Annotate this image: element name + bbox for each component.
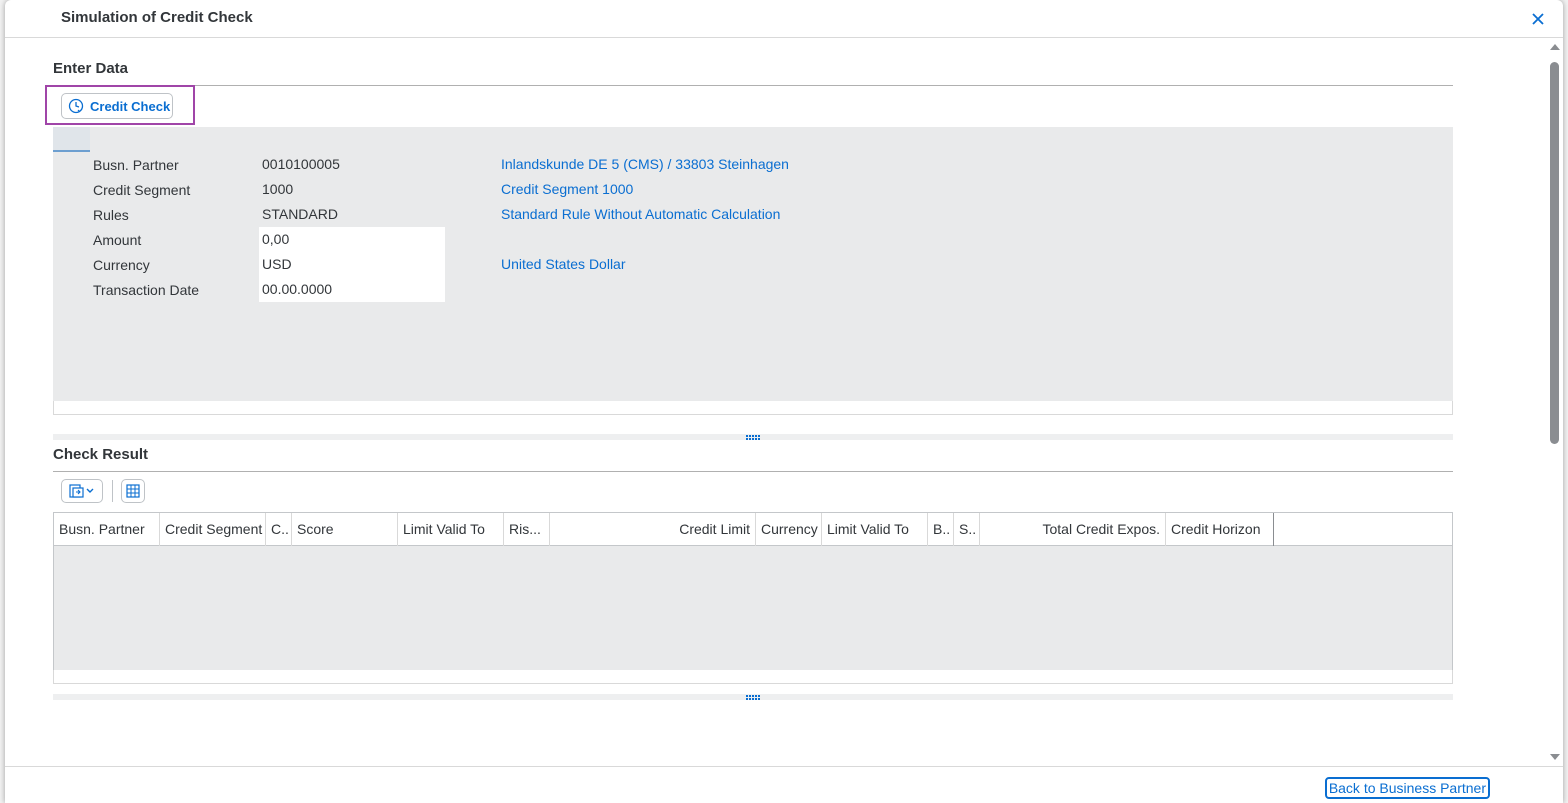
splitter-top[interactable] bbox=[53, 434, 1453, 440]
column-header[interactable]: Credit Limit bbox=[550, 513, 756, 546]
field-label: Transaction Date bbox=[93, 281, 200, 298]
export-button[interactable] bbox=[61, 479, 103, 503]
field-label: Currency bbox=[93, 256, 150, 273]
column-header[interactable]: Score bbox=[292, 513, 398, 546]
transaction-date-input[interactable]: 00.00.0000 bbox=[259, 277, 445, 302]
column-header[interactable]: Currency bbox=[756, 513, 822, 546]
field-description-link[interactable]: Inlandskunde DE 5 (CMS) / 33803 Steinhag… bbox=[501, 152, 789, 177]
column-header[interactable]: Credit Horizon bbox=[1166, 513, 1274, 546]
export-icon bbox=[69, 484, 94, 498]
field-busn-partner: Busn. Partner 0010100005 bbox=[93, 152, 445, 177]
credit-check-icon bbox=[68, 98, 84, 114]
drag-handle-icon[interactable] bbox=[746, 434, 760, 440]
grid-settings-button[interactable] bbox=[121, 479, 145, 503]
scroll-thumb[interactable] bbox=[1550, 62, 1559, 444]
field-currency: Currency USD bbox=[93, 252, 445, 277]
splitter-bottom[interactable] bbox=[53, 694, 1453, 700]
field-value: 1000 bbox=[262, 181, 294, 197]
dialog-header: Simulation of Credit Check bbox=[5, 0, 1563, 38]
column-header[interactable]: Credit Segment bbox=[160, 513, 266, 546]
field-label: Credit Segment bbox=[93, 181, 191, 198]
panel-bottom-strip bbox=[53, 401, 1453, 415]
vertical-scrollbar[interactable] bbox=[1547, 38, 1563, 766]
field-transaction-date: Transaction Date 00.00.0000 bbox=[93, 277, 445, 302]
field-description-link[interactable]: Credit Segment 1000 bbox=[501, 177, 633, 202]
scroll-up-icon[interactable] bbox=[1550, 44, 1560, 50]
field-value: STANDARD bbox=[262, 206, 338, 222]
column-header[interactable]: B.. bbox=[928, 513, 954, 546]
grid-settings-icon bbox=[126, 484, 140, 498]
check-result-grid: Busn. Partner Credit Segment C.. Score L… bbox=[53, 512, 1453, 684]
enter-data-title: Enter Data bbox=[53, 60, 129, 77]
field-label: Rules bbox=[93, 206, 129, 223]
column-header[interactable]: Busn. Partner bbox=[54, 513, 160, 546]
amount-input[interactable]: 0,00 bbox=[259, 227, 445, 252]
dialog-content: Enter Data Credit Check Busn. Partner 00… bbox=[5, 38, 1545, 766]
column-header[interactable]: Limit Valid To bbox=[398, 513, 504, 546]
grid-header: Busn. Partner Credit Segment C.. Score L… bbox=[54, 513, 1452, 546]
grid-bottom-strip bbox=[53, 670, 1453, 684]
column-header[interactable]: Total Credit Expos. bbox=[980, 513, 1166, 546]
toolbar-separator bbox=[112, 480, 113, 502]
drag-handle-icon[interactable] bbox=[746, 694, 760, 700]
field-amount: Amount 0,00 bbox=[93, 227, 445, 252]
field-label: Amount bbox=[93, 231, 142, 248]
check-result-title: Check Result bbox=[53, 446, 149, 463]
dialog-title: Simulation of Credit Check bbox=[61, 9, 253, 26]
enter-data-divider bbox=[53, 85, 1453, 86]
back-to-business-partner-button[interactable]: Back to Business Partner bbox=[1324, 777, 1490, 799]
close-icon[interactable] bbox=[1527, 8, 1549, 30]
field-label: Busn. Partner bbox=[93, 156, 179, 173]
field-description-link[interactable]: United States Dollar bbox=[501, 252, 626, 277]
check-result-divider bbox=[53, 471, 1453, 472]
field-rules: Rules STANDARD bbox=[93, 202, 445, 227]
credit-check-dialog: Simulation of Credit Check Enter Data Cr… bbox=[5, 0, 1563, 803]
column-header[interactable]: Limit Valid To bbox=[822, 513, 928, 546]
credit-check-button[interactable]: Credit Check bbox=[61, 93, 173, 119]
panel-tab-indicator[interactable] bbox=[53, 127, 90, 152]
field-value: 0010100005 bbox=[262, 156, 340, 172]
currency-input[interactable]: USD bbox=[259, 252, 445, 277]
column-header[interactable]: S.. bbox=[954, 513, 980, 546]
field-credit-segment: Credit Segment 1000 bbox=[93, 177, 445, 202]
field-description-link[interactable]: Standard Rule Without Automatic Calculat… bbox=[501, 202, 780, 227]
column-header[interactable]: C.. bbox=[266, 513, 292, 546]
column-header[interactable]: Ris... bbox=[504, 513, 550, 546]
dialog-footer: Back to Business Partner bbox=[5, 766, 1563, 803]
credit-check-label: Credit Check bbox=[90, 98, 171, 114]
scroll-down-icon[interactable] bbox=[1550, 754, 1560, 760]
